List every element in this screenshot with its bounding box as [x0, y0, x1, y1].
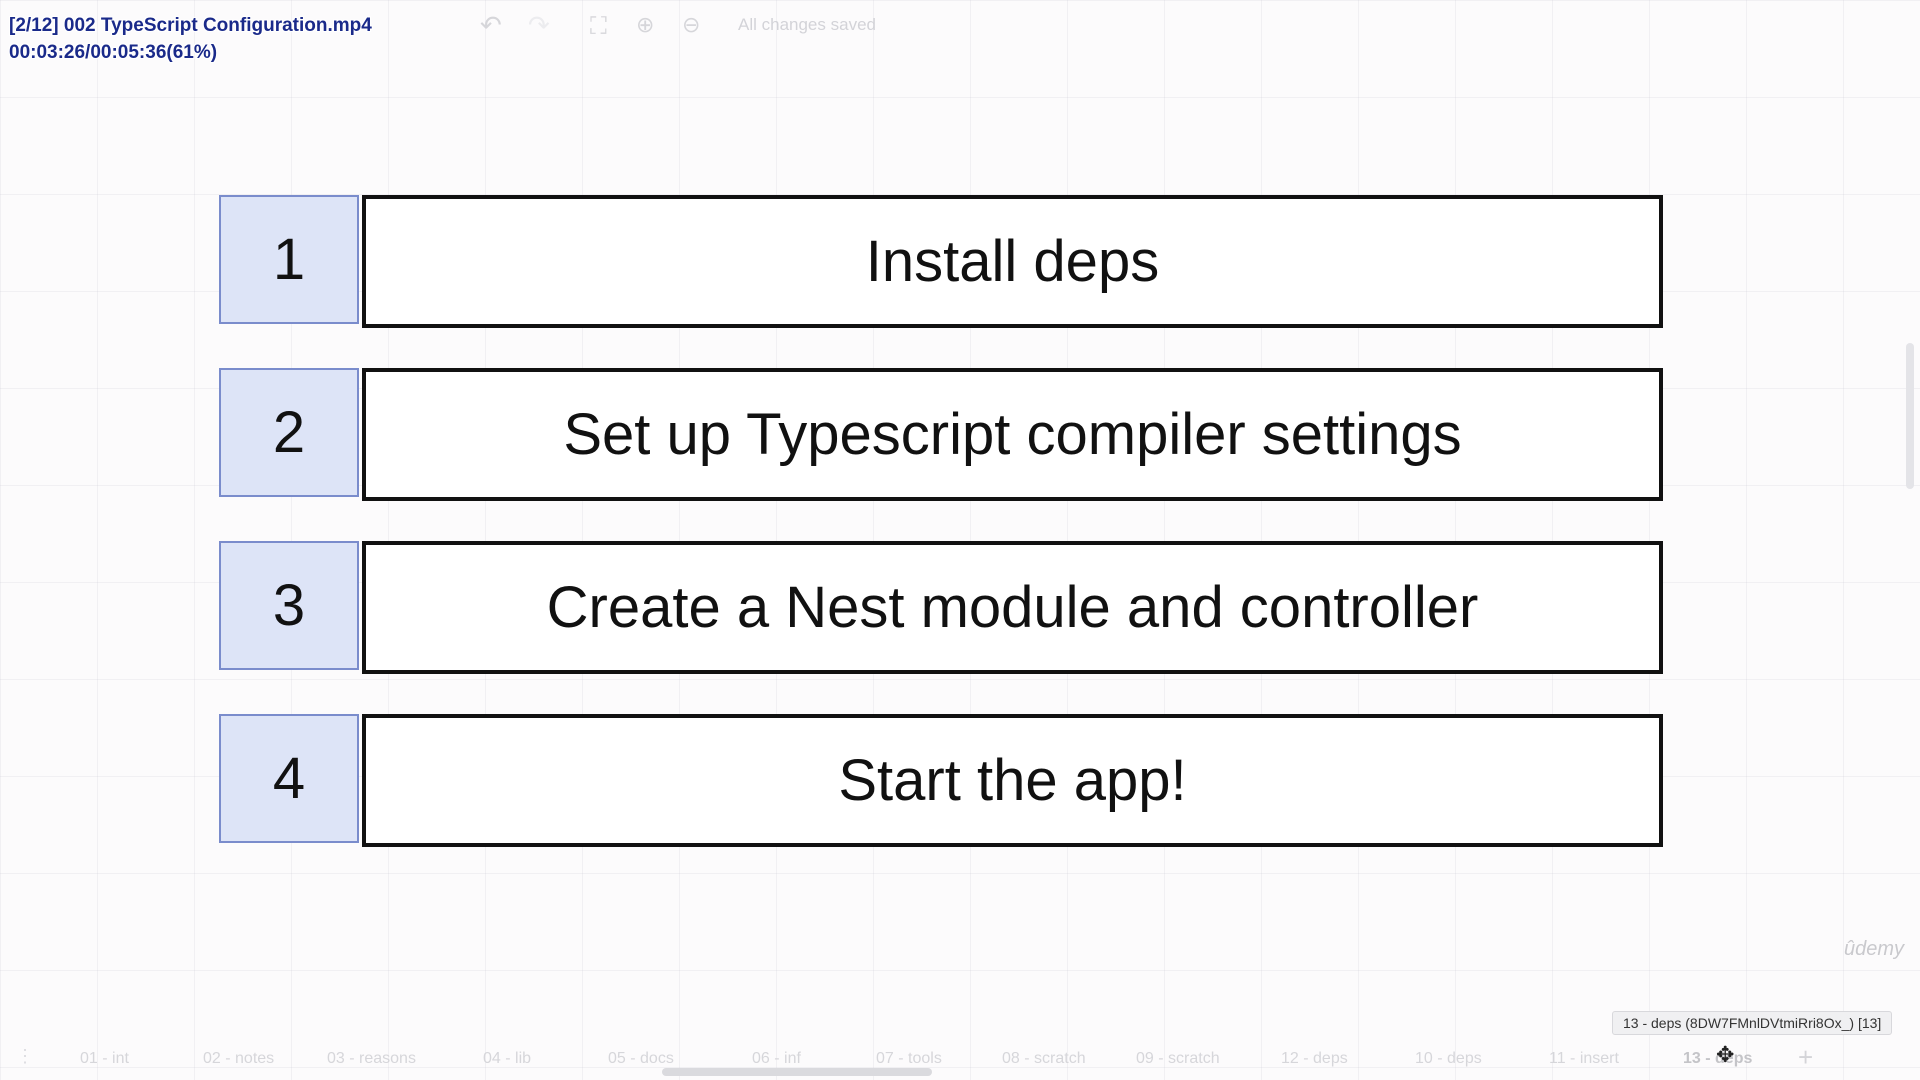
- redo-icon[interactable]: ↷: [528, 6, 550, 46]
- step-number: 2: [219, 368, 359, 497]
- step-number: 1: [219, 195, 359, 324]
- tab-07[interactable]: 07 - tools: [876, 1050, 942, 1068]
- add-tab-icon[interactable]: +: [1798, 1042, 1813, 1073]
- tab-tooltip: 13 - deps (8DW7FMnlDVtmiRri8Ox_) [13]: [1612, 1011, 1893, 1035]
- step-3: 3 Create a Nest module and controller: [219, 541, 1663, 674]
- tab-08[interactable]: 08 - scratch: [1002, 1050, 1086, 1068]
- zoom-in-icon[interactable]: ⊕: [636, 6, 654, 46]
- video-overlay: [2/12] 002 TypeScript Configuration.mp4 …: [9, 12, 372, 66]
- fullscreen-icon[interactable]: ⛶: [590, 6, 607, 46]
- step-label: Start the app!: [362, 714, 1663, 847]
- step-number: 3: [219, 541, 359, 670]
- step-2: 2 Set up Typescript compiler settings: [219, 368, 1663, 501]
- step-4: 4 Start the app!: [219, 714, 1663, 847]
- step-label: Install deps: [362, 195, 1663, 328]
- udemy-watermark: ûdemy: [1843, 938, 1904, 960]
- step-label: Set up Typescript compiler settings: [362, 368, 1663, 501]
- step-number: 4: [219, 714, 359, 843]
- canvas-grid: [0, 0, 1920, 1080]
- tab-06[interactable]: 06 - inf: [752, 1050, 801, 1068]
- tab-03[interactable]: 03 - reasons: [327, 1050, 416, 1068]
- undo-icon[interactable]: ↶: [480, 6, 502, 46]
- video-progress: 00:03:26/00:05:36(61%): [9, 42, 218, 63]
- tab-05[interactable]: 05 - docs: [608, 1050, 674, 1068]
- more-options-icon[interactable]: ⋮: [16, 1046, 34, 1067]
- zoom-out-icon[interactable]: ⊖: [682, 6, 700, 46]
- video-title: [2/12] 002 TypeScript Configuration.mp4: [9, 15, 372, 36]
- tab-02[interactable]: 02 - notes: [203, 1050, 274, 1068]
- move-cursor-icon: ✥: [1716, 1043, 1735, 1068]
- tab-01[interactable]: 01 - int: [80, 1050, 129, 1068]
- tab-09[interactable]: 09 - scratch: [1136, 1050, 1220, 1068]
- vertical-scrollbar[interactable]: [1906, 343, 1914, 489]
- tab-12[interactable]: 12 - deps: [1281, 1050, 1348, 1068]
- tab-10[interactable]: 10 - deps: [1415, 1050, 1482, 1068]
- tab-11[interactable]: 11 - insert: [1549, 1050, 1619, 1068]
- step-1: 1 Install deps: [219, 195, 1663, 328]
- save-status: All changes saved: [738, 15, 876, 34]
- tab-04[interactable]: 04 - lib: [483, 1050, 531, 1068]
- page-tabs: ⋮ 01 - int 02 - notes 03 - reasons 04 - …: [0, 1040, 1920, 1080]
- step-label: Create a Nest module and controller: [362, 541, 1663, 674]
